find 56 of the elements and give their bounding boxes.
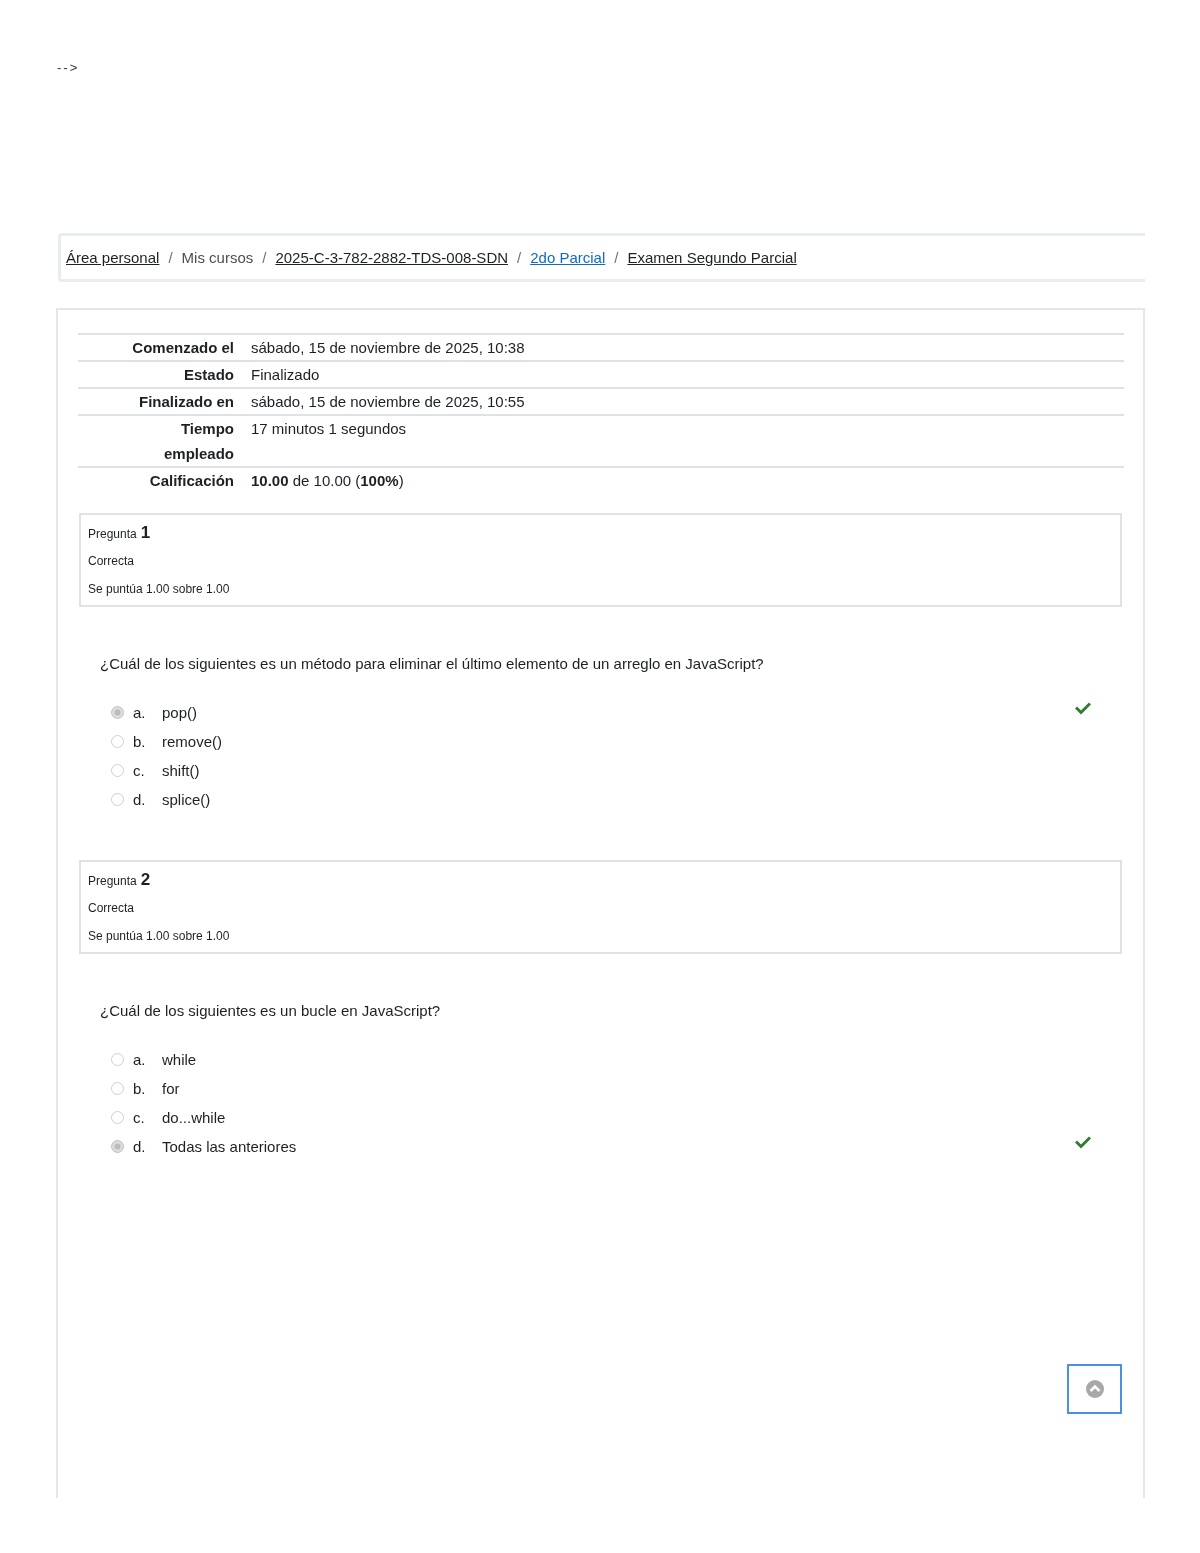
option-letter: d. <box>133 1138 147 1155</box>
breadcrumb-separator: / <box>168 249 173 266</box>
radio-button[interactable] <box>111 764 124 777</box>
summary-label: Comenzado el <box>132 338 234 358</box>
question-status: Correcta <box>88 901 134 915</box>
option-text: splice() <box>162 791 211 808</box>
question-label: Pregunta <box>88 527 137 541</box>
summary-value: 10.00 de 10.00 (100%) <box>251 471 404 491</box>
question-number: 2 <box>140 870 151 889</box>
breadcrumb-text: Mis cursos <box>181 249 254 266</box>
question-grade: Se puntúa 1.00 sobre 1.00 <box>88 582 230 596</box>
breadcrumb-separator: / <box>517 249 522 266</box>
breadcrumb-link[interactable]: 2025-C-3-782-2882-TDS-008-SDN <box>275 249 509 266</box>
option-letter: b. <box>133 1080 147 1097</box>
breadcrumb-link[interactable]: Área personal <box>66 249 160 266</box>
question-status: Correcta <box>88 554 134 568</box>
option-text: for <box>162 1080 180 1097</box>
question-grade: Se puntúa 1.00 sobre 1.00 <box>88 929 230 943</box>
option-text: shift() <box>162 762 200 779</box>
summary-value: 17 minutos 1 segundos <box>251 419 407 439</box>
summary-label: Tiempo empleado <box>162 419 234 464</box>
summary-value: sábado, 15 de noviembre de 2025, 10:38 <box>251 338 525 358</box>
summary-value: Finalizado <box>251 365 320 385</box>
breadcrumb-link[interactable]: 2do Parcial <box>530 249 606 266</box>
option-letter: c. <box>133 762 146 779</box>
question-text: ¿Cuál de los siguientes es un bucle en JavaScript? <box>100 1001 442 1021</box>
scroll-to-top-button[interactable] <box>1067 1364 1122 1414</box>
stray-text: --> <box>57 61 80 75</box>
option-letter: a. <box>133 1051 147 1068</box>
radio-button[interactable] <box>111 1082 124 1095</box>
radio-button[interactable] <box>111 706 124 719</box>
option-text: remove() <box>162 733 222 750</box>
radio-button[interactable] <box>111 1053 124 1066</box>
question-label: Pregunta <box>88 874 137 888</box>
chevron-up-circle-icon <box>1085 1380 1104 1398</box>
option-letter: b. <box>133 733 147 750</box>
option-text: do...while <box>162 1109 226 1126</box>
radio-button[interactable] <box>111 735 124 748</box>
option-letter: a. <box>133 704 147 721</box>
summary-label: Finalizado en <box>139 392 234 412</box>
option-text: Todas las anteriores <box>162 1138 297 1155</box>
breadcrumb-separator: / <box>262 249 267 266</box>
radio-button[interactable] <box>111 793 124 806</box>
question-number: 1 <box>140 523 151 542</box>
breadcrumb-link[interactable]: Examen Segundo Parcial <box>627 249 797 266</box>
option-letter: c. <box>133 1109 146 1126</box>
question-text: ¿Cuál de los siguientes es un método para eliminar el último elemento de un arreglo en JavaScript? <box>100 654 765 674</box>
option-letter: d. <box>133 791 147 808</box>
option-text: while <box>162 1051 197 1068</box>
summary-label: Estado <box>184 365 234 385</box>
summary-label: Calificación <box>149 471 234 491</box>
breadcrumb-separator: / <box>614 249 619 266</box>
radio-button[interactable] <box>111 1111 124 1124</box>
summary-value: sábado, 15 de noviembre de 2025, 10:55 <box>251 392 525 412</box>
option-text: pop() <box>162 704 198 721</box>
radio-button[interactable] <box>111 1140 124 1153</box>
